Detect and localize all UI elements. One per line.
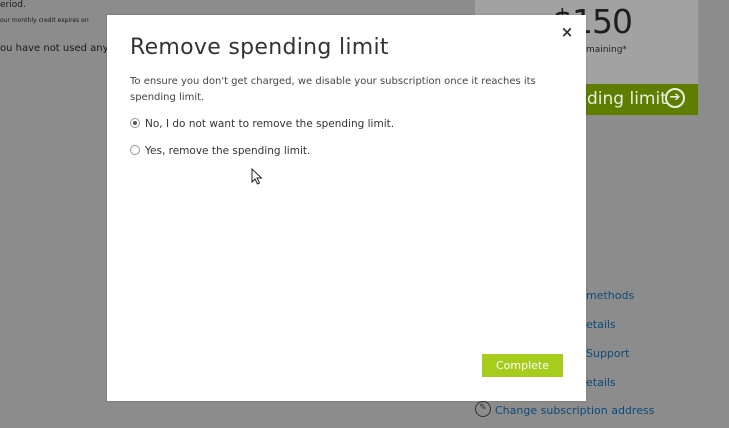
side-link-details-1[interactable]: etails <box>586 318 616 331</box>
side-link-change-subscription-address[interactable]: Change subscription address <box>495 404 654 417</box>
arrow-right-circle-icon: ➔ <box>665 88 685 108</box>
remove-spending-limit-dialog: × Remove spending limit To ensure you do… <box>107 15 586 401</box>
close-button[interactable]: × <box>560 25 574 40</box>
option-keep-limit-label: No, I do not want to remove the spending… <box>145 118 395 130</box>
option-keep-limit[interactable]: No, I do not want to remove the spending… <box>130 118 394 130</box>
side-link-details-2[interactable]: etails <box>586 376 616 389</box>
edit-icon: ✎ <box>475 401 491 417</box>
spending-limit-label: ding limit <box>587 89 667 109</box>
side-link-support[interactable]: Support <box>586 347 629 360</box>
side-link-payment-methods[interactable]: methods <box>586 289 634 302</box>
radio-keep-limit[interactable] <box>130 118 140 128</box>
credit-remaining-label: maining* <box>586 45 627 55</box>
mouse-pointer-icon <box>251 168 263 185</box>
bg-credit-expiry-text: our monthly credit expires on <box>0 17 89 24</box>
option-remove-limit-label: Yes, remove the spending limit. <box>145 145 311 157</box>
complete-button[interactable]: Complete <box>482 354 563 377</box>
radio-remove-limit[interactable] <box>130 145 140 155</box>
bg-unused-text: ou have not used any <box>0 43 109 54</box>
bg-period-text: eriod. <box>0 0 26 10</box>
dialog-description: To ensure you don't get charged, we disa… <box>130 76 536 103</box>
option-remove-limit[interactable]: Yes, remove the spending limit. <box>130 145 310 157</box>
dialog-title: Remove spending limit <box>130 35 389 60</box>
